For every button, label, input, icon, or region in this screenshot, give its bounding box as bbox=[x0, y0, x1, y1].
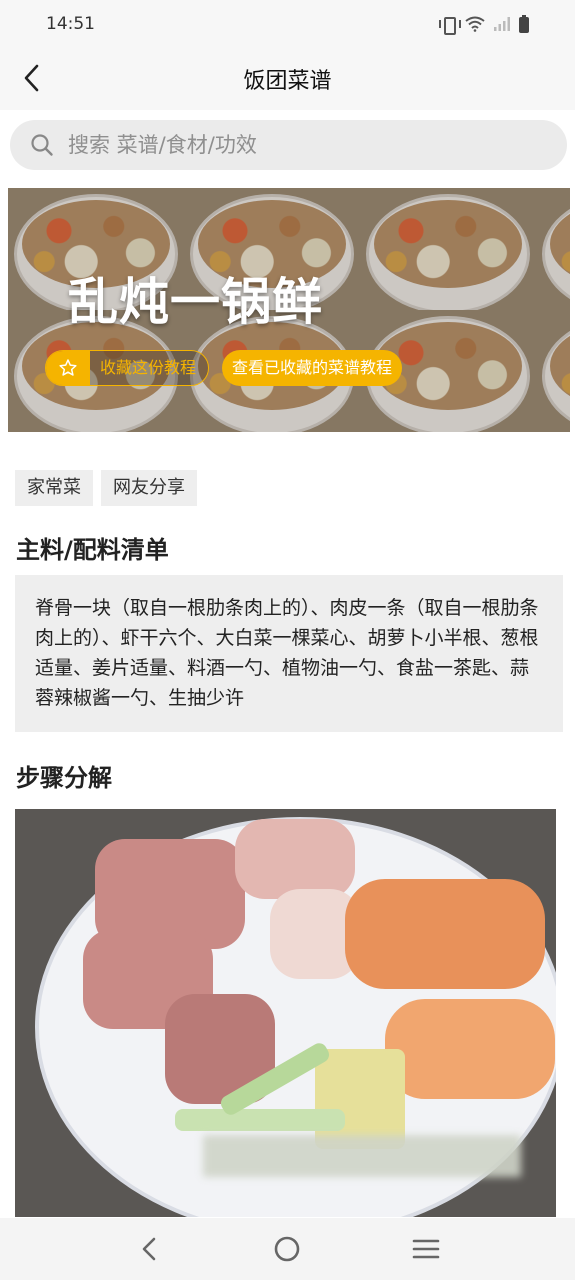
recipe-title: 乱炖一锅鲜 bbox=[68, 273, 323, 331]
image-watermark-blur bbox=[203, 1135, 521, 1177]
ingredients-heading: 主料/配料清单 bbox=[16, 536, 169, 564]
recipe-banner: 乱炖一锅鲜 收藏这份教程 查看已收藏的菜谱教程 bbox=[8, 188, 570, 432]
status-time: 14:51 bbox=[46, 14, 95, 34]
status-bar: 14:51 bbox=[0, 0, 575, 48]
view-favorites-button[interactable]: 查看已收藏的菜谱教程 bbox=[222, 350, 403, 386]
system-menu-button[interactable] bbox=[404, 1227, 448, 1271]
nav-back-icon bbox=[142, 1237, 156, 1261]
tag-item[interactable]: 家常菜 bbox=[15, 470, 93, 506]
battery-icon bbox=[519, 15, 529, 33]
status-icons bbox=[439, 15, 529, 35]
favorite-button-label: 收藏这份教程 bbox=[90, 351, 209, 385]
back-arrow-icon bbox=[24, 64, 39, 92]
ingredients-text: 脊骨一块（取自一根肋条肉上的）、肉皮一条（取自一根肋条肉上的）、虾干六个、大白菜… bbox=[15, 575, 563, 732]
system-back-button[interactable] bbox=[127, 1227, 171, 1271]
page-title: 饭团菜谱 bbox=[243, 69, 332, 94]
wifi-icon bbox=[465, 16, 485, 32]
system-nav-bar bbox=[0, 1218, 575, 1280]
system-home-button[interactable] bbox=[265, 1227, 309, 1271]
nav-home-icon bbox=[275, 1236, 300, 1262]
vibrate-icon bbox=[439, 16, 461, 35]
steps-heading: 步骤分解 bbox=[16, 764, 112, 792]
tag-item[interactable]: 网友分享 bbox=[101, 470, 197, 506]
search-input[interactable] bbox=[68, 133, 508, 157]
signal-icon bbox=[494, 17, 510, 31]
favorite-button[interactable]: 收藏这份教程 bbox=[45, 350, 210, 386]
star-icon bbox=[59, 359, 77, 376]
star-icon-wrap bbox=[46, 351, 90, 385]
top-nav: 饭团菜谱 bbox=[0, 48, 575, 110]
step-image bbox=[15, 809, 556, 1217]
search-icon bbox=[31, 134, 53, 156]
tag-list: 家常菜 网友分享 bbox=[15, 470, 197, 506]
search-box[interactable] bbox=[10, 120, 567, 170]
back-button[interactable] bbox=[14, 60, 50, 96]
search-bar bbox=[10, 120, 567, 170]
nav-menu-icon bbox=[412, 1239, 440, 1259]
